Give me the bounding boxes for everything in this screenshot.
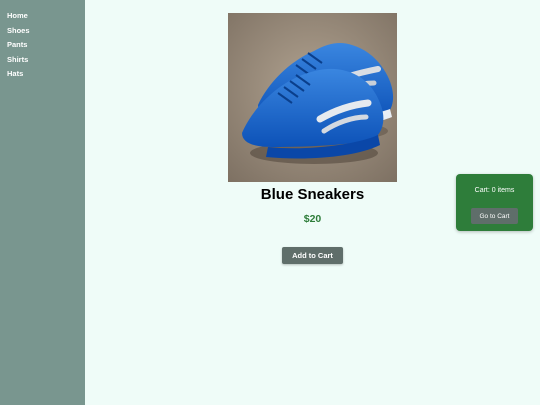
product-image	[228, 13, 397, 182]
sidebar-item-home[interactable]: Home	[0, 9, 85, 24]
sidebar: Home Shoes Pants Shirts Hats	[0, 0, 85, 405]
sidebar-item-pants[interactable]: Pants	[0, 38, 85, 53]
sneakers-photo	[228, 13, 397, 182]
sidebar-item-shoes[interactable]: Shoes	[0, 24, 85, 39]
sidebar-item-hats[interactable]: Hats	[0, 67, 85, 82]
add-to-cart-button[interactable]: Add to Cart	[282, 247, 343, 264]
go-to-cart-button[interactable]: Go to Cart	[471, 208, 518, 224]
sidebar-item-shirts[interactable]: Shirts	[0, 53, 85, 68]
cart-status: Cart: 0 items	[474, 187, 515, 194]
